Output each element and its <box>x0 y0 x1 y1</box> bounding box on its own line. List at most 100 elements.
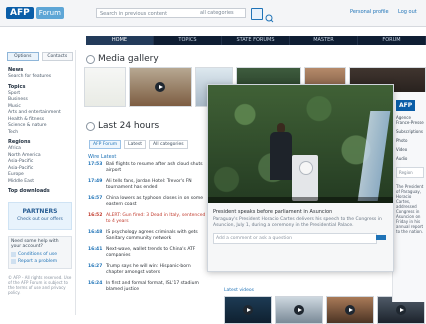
news-list: Wire Latest 17:53 Bali flights to resume… <box>88 154 208 298</box>
region-item[interactable]: Asia-Pacific <box>8 166 72 172</box>
clock-icon <box>86 121 95 131</box>
help-link-report[interactable]: Report a problem <box>11 259 69 264</box>
news-text[interactable]: ALERT: Gun fired: 3 Dead in Italy, sente… <box>106 213 208 224</box>
globe-icon[interactable] <box>264 8 274 23</box>
podium <box>292 155 318 201</box>
comment-input[interactable]: Add a comment or ask a question <box>213 233 377 244</box>
top-downloads-link[interactable]: Top downloads <box>8 188 72 194</box>
topic-item[interactable]: Tech <box>8 130 72 136</box>
gallery-title: Media gallery <box>98 54 159 64</box>
news-time: 16:41 <box>88 247 103 252</box>
sidebar-tab-options[interactable]: Options <box>7 52 39 61</box>
latest-videos-label[interactable]: Latest videos <box>224 288 254 293</box>
news-time: 17:53 <box>88 162 103 167</box>
news-text[interactable]: Bali flights to resume after ash cloud s… <box>106 162 208 173</box>
gallery-heading: Media gallery <box>86 54 159 64</box>
afp-forum-page: AFP Forum Search in previous content all… <box>0 0 426 324</box>
region-item[interactable]: North America <box>8 153 72 159</box>
nav-tab-state-forums[interactable]: STATE FORUMS <box>222 36 290 45</box>
nav-tab-home[interactable]: HOME <box>86 36 154 45</box>
gallery-thumb[interactable] <box>84 67 126 107</box>
region-item[interactable]: Africa <box>8 146 72 152</box>
list-item[interactable]: 16:48 IS psychology agrees criminals wit… <box>88 230 208 241</box>
main-nav: HOME TOPICS STATE FORUMS MASTER FORUM <box>86 36 426 45</box>
region-item[interactable]: Middle East <box>8 179 72 185</box>
list-item[interactable]: 16:27 Trump says he will win: Hispanic-b… <box>88 264 208 275</box>
right-item[interactable]: Agence France-Presse <box>396 115 424 125</box>
news-time: 17:49 <box>88 179 103 184</box>
podium-seal-icon <box>299 161 313 175</box>
profile-link[interactable]: Personal profile <box>350 9 389 15</box>
right-item[interactable]: Audio <box>396 156 424 161</box>
video-caption: President speaks before parliament in As… <box>213 209 388 229</box>
send-button[interactable] <box>376 235 386 240</box>
video-controls[interactable] <box>208 197 393 203</box>
section-news: News <box>8 67 24 73</box>
play-icon[interactable] <box>243 305 253 315</box>
news-time: 16:57 <box>88 196 103 201</box>
right-item[interactable]: Photo <box>396 138 424 143</box>
play-icon[interactable] <box>155 82 166 92</box>
help-box-title: Need some help with your account? <box>11 239 59 249</box>
news-time: 16:48 <box>88 230 103 235</box>
topic-item[interactable]: Music <box>8 104 72 110</box>
region-item[interactable]: Europe <box>8 172 72 178</box>
news-text[interactable]: In first and formal format, ISL'17 stadi… <box>106 281 208 292</box>
play-icon[interactable] <box>294 305 304 315</box>
news-text[interactable]: Next-wave, wallet trends to China's ATF … <box>106 247 208 258</box>
region-dropdown[interactable]: Region <box>396 167 424 178</box>
logo[interactable]: AFP Forum <box>6 6 64 20</box>
filter-latest[interactable]: Latest <box>124 140 146 149</box>
video-thumb[interactable] <box>224 296 272 324</box>
news-text[interactable]: Ali tells fans, Jordan Hotel: Trevor's F… <box>106 179 208 190</box>
section-topics: Topics <box>8 83 26 90</box>
topic-item[interactable]: Business <box>8 97 72 103</box>
news-list-header: Wire Latest <box>88 154 117 160</box>
topic-item[interactable]: Arts and entertainment <box>8 110 72 116</box>
latest-title: Last 24 hours <box>98 121 160 131</box>
document-icon <box>11 252 16 257</box>
topic-item[interactable]: Health & fitness <box>8 117 72 123</box>
help-link-conditions[interactable]: Conditions of use <box>11 252 69 257</box>
topic-item[interactable]: Science & nature <box>8 123 72 129</box>
partners-subtitle: Check out our offers <box>17 217 63 222</box>
partners-banner[interactable]: PARTNERS Check out our offers <box>8 202 72 230</box>
right-text: The President of Paraguay, Horacio Carte… <box>396 184 424 234</box>
gallery-thumb[interactable] <box>128 67 193 107</box>
region-item[interactable]: Asia-Pacific <box>8 159 72 165</box>
filter-all-categories[interactable]: All categories <box>149 140 188 149</box>
search-icon[interactable] <box>251 8 263 20</box>
nav-tab-topics[interactable]: TOPICS <box>154 36 222 45</box>
list-item[interactable]: 16:57 China lowers as typhoon closes in … <box>88 196 208 207</box>
list-item[interactable]: 16:41 Next-wave, wallet trends to China'… <box>88 247 208 258</box>
video-thumb[interactable] <box>275 296 323 324</box>
play-icon[interactable] <box>345 305 355 315</box>
nav-tab-forum[interactable]: FORUM <box>358 36 426 45</box>
caption-body: Paraguay's President Horacio Cartes deli… <box>213 217 382 228</box>
top-bar: AFP Forum Search in previous content all… <box>0 0 426 27</box>
list-item[interactable]: 16:52 ALERT: Gun fired: 3 Dead in Italy,… <box>88 213 208 224</box>
sidebar-tab-contacts[interactable]: Contacts <box>41 52 73 61</box>
nav-tab-master[interactable]: MASTER <box>290 36 358 45</box>
list-item[interactable]: 16:24 In first and formal format, ISL'17… <box>88 281 208 292</box>
logout-link[interactable]: Log out <box>398 9 417 15</box>
right-item[interactable]: Video <box>396 147 424 152</box>
news-text[interactable]: China lowers as typhoon closes in on som… <box>106 196 208 207</box>
topic-item[interactable]: Sport <box>8 91 72 97</box>
section-regions: Regions <box>8 139 31 145</box>
help-box: Need some help with your account? Condit… <box>8 236 72 269</box>
list-item[interactable]: 17:53 Bali flights to resume after ash c… <box>88 162 208 173</box>
filter-afp-forum[interactable]: AFP Forum <box>89 140 122 149</box>
video-thumb[interactable] <box>326 296 374 324</box>
news-text[interactable]: Trump says he will win: Hispanic-born ch… <box>106 264 208 275</box>
news-time: 16:24 <box>88 281 103 286</box>
right-item[interactable]: Subscriptions <box>396 129 424 134</box>
search-features-link[interactable]: Search for features <box>8 74 72 80</box>
play-icon[interactable] <box>396 305 406 315</box>
search-scope-select[interactable]: all categories <box>200 8 240 18</box>
help-link-label: Conditions of use <box>18 252 57 257</box>
video-player[interactable] <box>208 85 393 203</box>
list-item[interactable]: 17:49 Ali tells fans, Jordan Hotel: Trev… <box>88 179 208 190</box>
speaker-body <box>270 132 292 180</box>
news-text[interactable]: IS psychology agrees criminals with gets… <box>106 230 208 241</box>
